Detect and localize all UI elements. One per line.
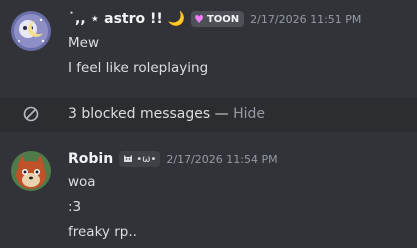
message-line: I feel like roleplaying [68, 60, 209, 76]
clan-tag-label: •ω• [136, 153, 157, 165]
timestamp: 2/17/2026 11:51 PM [250, 12, 362, 26]
role-tag[interactable]: ♥ TOON [191, 11, 245, 27]
message-line: woa [68, 174, 96, 190]
blocked-messages-bar: 3 blocked messages — Hide [0, 98, 417, 132]
avatar[interactable] [11, 151, 51, 191]
username[interactable]: ˙,, ⋆ astro !! 🌙 [68, 11, 185, 27]
message-header: Robin •ω• 2/17/2026 11:54 PM [68, 151, 278, 167]
message-line: freaky rp.. [68, 224, 137, 240]
role-tag-label: TOON [206, 13, 240, 25]
clan-tag[interactable]: •ω• [119, 151, 161, 167]
message-line: Mew [68, 35, 99, 51]
blocked-icon [23, 106, 39, 126]
blocked-text: 3 blocked messages — [68, 106, 229, 122]
message-header: ˙,, ⋆ astro !! 🌙 ♥ TOON 2/17/2026 11:51 … [68, 11, 361, 27]
timestamp: 2/17/2026 11:54 PM [166, 152, 278, 166]
username[interactable]: Robin [68, 151, 113, 167]
heart-icon: ♥ [194, 12, 204, 26]
hide-blocked-link[interactable]: Hide [233, 106, 265, 122]
avatar[interactable] [11, 11, 51, 51]
message-line: :3 [68, 199, 82, 215]
cat-icon [123, 153, 133, 166]
